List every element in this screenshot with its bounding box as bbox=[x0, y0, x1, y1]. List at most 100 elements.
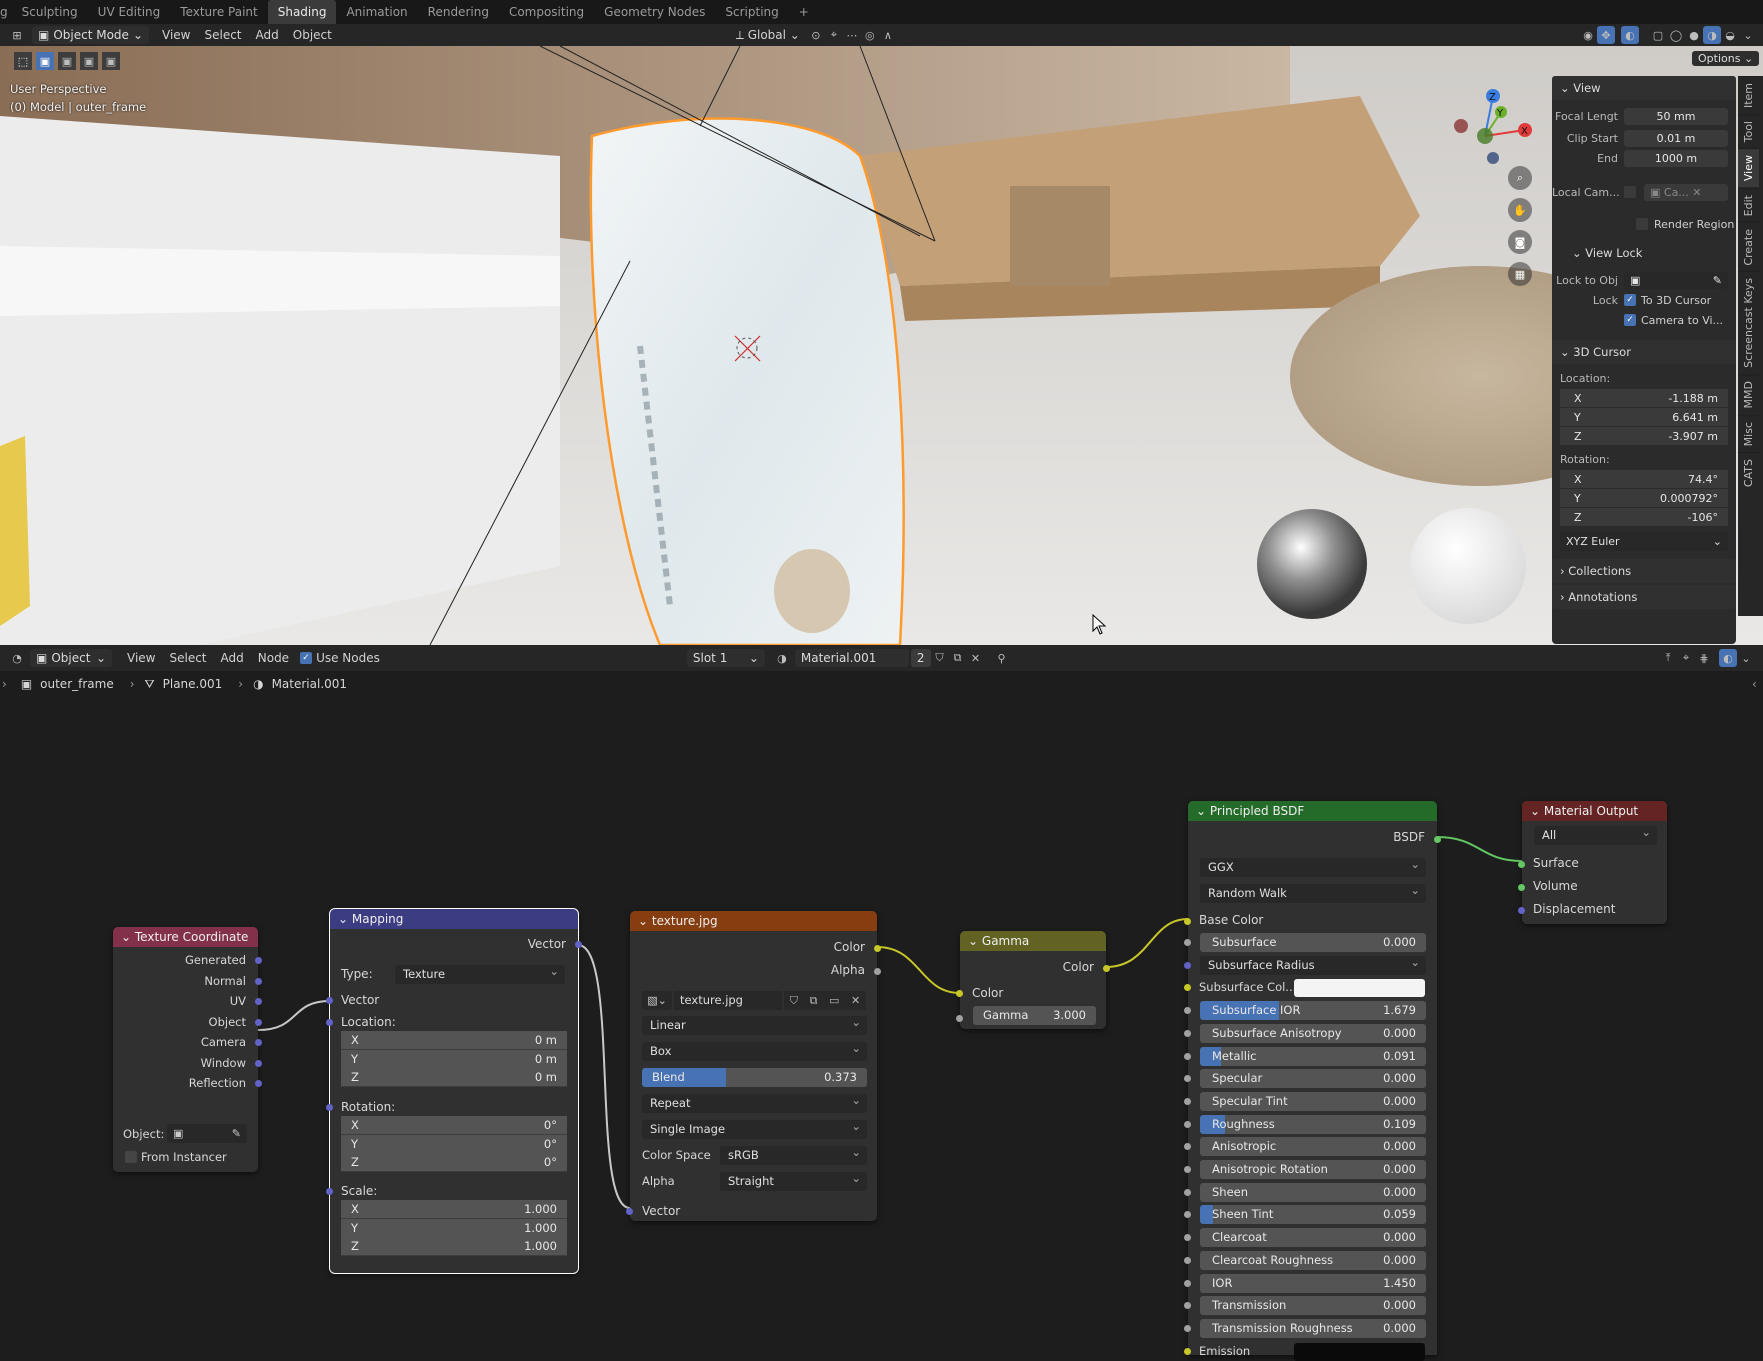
input-field[interactable]: Sheen Tint 0.059 bbox=[1200, 1205, 1426, 1225]
output-socket-window[interactable] bbox=[255, 1059, 262, 1067]
rotation-z-field[interactable]: Z 0° bbox=[341, 1153, 567, 1172]
input-socket[interactable] bbox=[1184, 1097, 1191, 1105]
pivot-icon[interactable]: ⊙ bbox=[807, 26, 825, 44]
rotation-y-field[interactable]: Y 0° bbox=[341, 1134, 567, 1154]
overlay-icon[interactable]: ◐ bbox=[1719, 649, 1737, 667]
node-gamma[interactable]: ⌄ Gamma Color Color Gamma 3.000 bbox=[956, 931, 1110, 1029]
slot-dropdown[interactable]: Slot 1 ⌄ bbox=[686, 649, 765, 667]
scale-x-field[interactable]: X 1.000 bbox=[341, 1200, 567, 1219]
node-header[interactable]: ⌄ Texture Coordinate bbox=[113, 927, 258, 947]
breadcrumb-material[interactable]: Material.001 bbox=[272, 677, 347, 691]
extension-dropdown[interactable]: Repeat bbox=[642, 1091, 867, 1113]
surface-input-socket[interactable] bbox=[1518, 861, 1525, 868]
sidebar-tab[interactable]: Item bbox=[1738, 76, 1759, 115]
node-header[interactable]: ⌄ Mapping bbox=[330, 909, 578, 929]
color-swatch[interactable] bbox=[1294, 979, 1425, 998]
input-field[interactable]: IOR 1.450 bbox=[1200, 1273, 1426, 1293]
options-button[interactable]: Options ⌄ bbox=[1692, 51, 1760, 66]
input-field[interactable]: Subsurface 0.000 bbox=[1200, 933, 1426, 952]
input-socket[interactable] bbox=[1184, 1052, 1191, 1060]
overlay-icon[interactable]: ◐ bbox=[1621, 26, 1639, 44]
gamma-color-input-socket[interactable] bbox=[956, 990, 963, 997]
from-instancer-checkbox[interactable] bbox=[125, 1151, 137, 1163]
input-field[interactable]: Roughness 0.109 bbox=[1200, 1114, 1426, 1134]
material-shading-icon[interactable]: ◑ bbox=[1703, 26, 1721, 44]
input-field[interactable]: Subsurface Anisotropy 0.000 bbox=[1200, 1023, 1426, 1043]
input-field[interactable]: Subsurface IOR 1.679 bbox=[1200, 1001, 1426, 1021]
clip-start-field[interactable]: 0.01 m bbox=[1624, 129, 1728, 147]
workspace-tab[interactable]: Texture Paint bbox=[170, 0, 267, 24]
node-principled-bsdf[interactable]: ⌄ Principled BSDF BSDF GGX Random Walk B… bbox=[1184, 801, 1441, 1361]
eyedropper-icon[interactable]: ✎ bbox=[1713, 272, 1728, 289]
sidebar-tab[interactable]: Screencast Keys bbox=[1738, 271, 1759, 375]
workspace-tab[interactable]: Sculpting bbox=[12, 0, 88, 24]
falloff-icon[interactable]: ∧ bbox=[879, 26, 897, 44]
input-socket[interactable] bbox=[1184, 1279, 1191, 1287]
view-lock-header[interactable]: ⌄ View Lock bbox=[1552, 242, 1736, 264]
menu-object[interactable]: Object bbox=[286, 26, 339, 44]
editor-type-icon[interactable]: ⊞ bbox=[8, 26, 26, 44]
node-menu-view[interactable]: View bbox=[120, 649, 162, 667]
pan-hand-icon[interactable]: ✋ bbox=[1508, 198, 1532, 222]
cursor-loc-z-field[interactable]: Z -3.907 m bbox=[1560, 426, 1728, 445]
select-tool-icon[interactable]: ⬚ bbox=[14, 52, 32, 70]
input-socket[interactable] bbox=[1184, 1143, 1191, 1151]
node-mapping[interactable]: ⌄ Mapping Vector Type: Texture Vector Lo… bbox=[326, 908, 582, 1274]
input-socket[interactable] bbox=[1184, 984, 1191, 992]
use-nodes-checkbox[interactable]: ✓ bbox=[300, 652, 313, 664]
output-socket-camera[interactable] bbox=[255, 1039, 262, 1046]
workspace-tab[interactable]: Shading bbox=[267, 0, 337, 24]
duplicate-image-icon[interactable]: ⧉ bbox=[810, 991, 818, 1010]
node-header[interactable]: ⌄ Principled BSDF bbox=[1188, 801, 1437, 821]
node-header[interactable]: ⌄ Gamma bbox=[960, 931, 1106, 951]
location-input-socket[interactable] bbox=[326, 1019, 333, 1026]
output-socket-reflection[interactable] bbox=[255, 1080, 262, 1087]
visibility-icon[interactable]: ◉ bbox=[1579, 26, 1597, 44]
scale-y-field[interactable]: Y 1.000 bbox=[341, 1218, 567, 1238]
zoom-icon[interactable]: ⌕ bbox=[1508, 166, 1532, 190]
gamma-value-field[interactable]: Gamma 3.000 bbox=[973, 1006, 1096, 1025]
rendered-shading-icon[interactable]: ◒ bbox=[1721, 26, 1739, 44]
input-socket[interactable] bbox=[1184, 1120, 1191, 1128]
output-target-dropdown[interactable]: All bbox=[1534, 823, 1657, 845]
subsurface-method-dropdown[interactable]: Random Walk bbox=[1200, 881, 1426, 903]
open-folder-icon[interactable]: ▭ bbox=[829, 991, 839, 1010]
cursor-rot-x-field[interactable]: X 74.4° bbox=[1560, 469, 1728, 488]
output-socket-uv[interactable] bbox=[255, 998, 262, 1005]
node-material-output[interactable]: ⌄ Material Output All Surface Volume Dis… bbox=[1518, 801, 1667, 924]
scale-z-field[interactable]: Z 1.000 bbox=[341, 1237, 567, 1256]
select-intersect-icon[interactable]: ▣ bbox=[102, 52, 120, 70]
cursor-loc-x-field[interactable]: X -1.188 m bbox=[1560, 388, 1728, 407]
alpha-output-socket[interactable] bbox=[874, 968, 881, 975]
scale-input-socket[interactable] bbox=[326, 1188, 333, 1195]
image-name-field[interactable]: texture.jpg bbox=[674, 991, 782, 1010]
input-field[interactable]: Clearcoat Roughness 0.000 bbox=[1200, 1250, 1426, 1270]
wireframe-shading-icon[interactable]: ◯ bbox=[1667, 26, 1685, 44]
displacement-input-socket[interactable] bbox=[1518, 907, 1525, 914]
input-field[interactable]: Transmission Roughness 0.000 bbox=[1200, 1318, 1426, 1338]
color-swatch[interactable] bbox=[1294, 1342, 1425, 1361]
shading-options-icon[interactable]: ⌄ bbox=[1739, 26, 1757, 44]
clip-end-field[interactable]: 1000 m bbox=[1624, 149, 1728, 167]
color-space-dropdown[interactable]: sRGB bbox=[720, 1143, 867, 1165]
input-field[interactable]: Transmission 0.000 bbox=[1200, 1296, 1426, 1316]
input-field[interactable]: Clearcoat 0.000 bbox=[1200, 1228, 1426, 1248]
workspace-tab[interactable]: Animation bbox=[336, 0, 417, 24]
workspace-tab[interactable]: Compositing bbox=[499, 0, 594, 24]
sidebar-tab[interactable]: CATS bbox=[1738, 452, 1759, 494]
input-socket[interactable] bbox=[1184, 1302, 1191, 1310]
rotation-input-socket[interactable] bbox=[326, 1104, 333, 1111]
rotation-x-field[interactable]: X 0° bbox=[341, 1116, 567, 1135]
projection-dropdown[interactable]: Box bbox=[642, 1039, 867, 1061]
output-socket-object[interactable] bbox=[255, 1018, 262, 1026]
snap-mode-icon[interactable]: ⋕ bbox=[1695, 649, 1713, 667]
camera-view-icon[interactable]: ◙ bbox=[1508, 230, 1532, 254]
select-subtract-icon[interactable]: ▣ bbox=[80, 52, 98, 70]
solid-shading-icon[interactable]: ● bbox=[1685, 26, 1703, 44]
sidebar-tab[interactable]: MMD bbox=[1738, 374, 1759, 415]
fake-user-shield-icon[interactable]: ⛉ bbox=[790, 991, 798, 1010]
unlink-x-icon[interactable]: ✕ bbox=[851, 991, 860, 1010]
node-header[interactable]: ⌄ texture.jpg bbox=[630, 911, 877, 931]
fake-user-shield-icon[interactable]: ⛉ bbox=[931, 649, 949, 667]
input-socket[interactable] bbox=[1184, 1075, 1191, 1083]
